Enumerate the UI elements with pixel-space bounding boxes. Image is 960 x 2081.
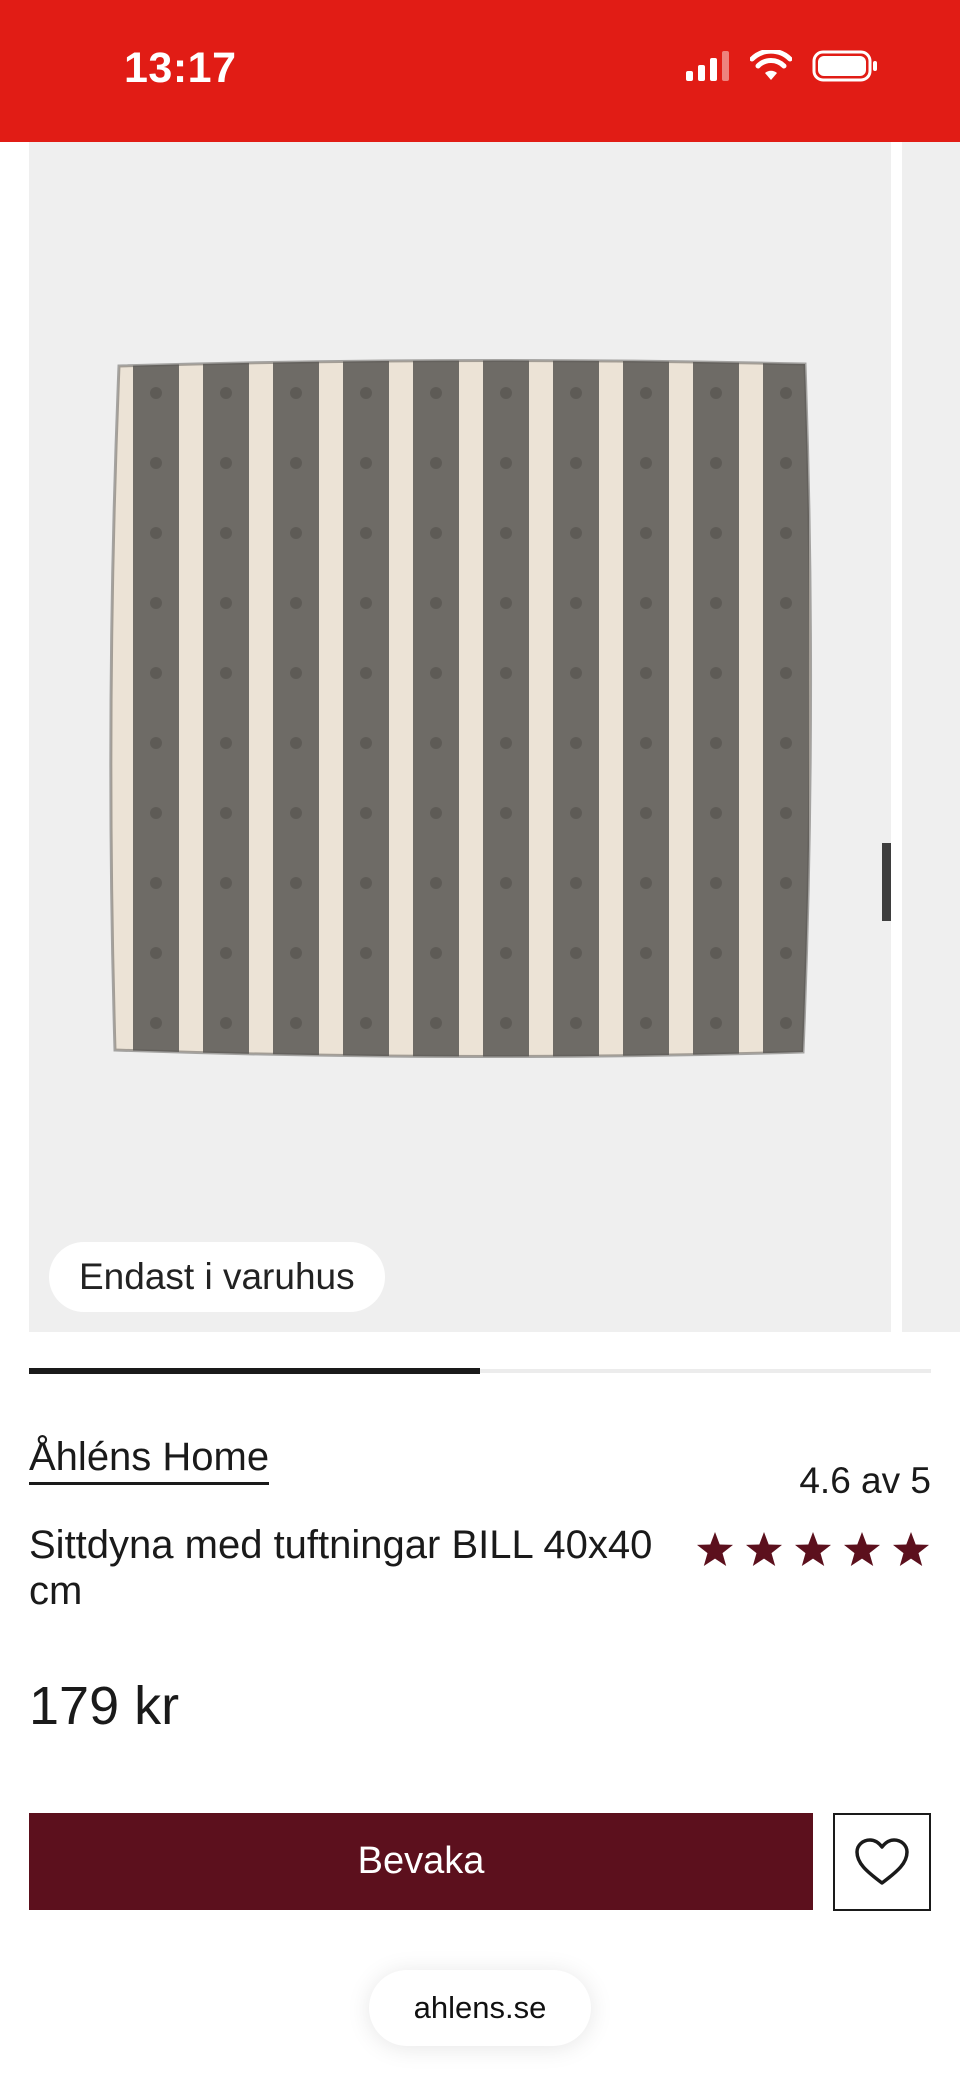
star-icon — [893, 1532, 929, 1566]
signal-icon — [686, 51, 729, 81]
status-bar: 13:17 — [0, 0, 960, 142]
battery-icon — [812, 50, 877, 82]
star-icon — [795, 1532, 831, 1566]
star-icon — [746, 1532, 782, 1566]
gallery-next-button[interactable] — [882, 843, 891, 921]
brand-link[interactable]: Åhléns Home — [29, 1435, 270, 1485]
star-icon — [844, 1532, 880, 1566]
rating-text: 4.6 av 5 — [799, 1460, 931, 1501]
browser-url-bar[interactable]: ahlens.se — [369, 1970, 591, 2046]
status-icons — [686, 50, 878, 82]
wifi-icon — [750, 50, 792, 80]
rating-stars[interactable] — [695, 1530, 931, 1568]
product-title: Sittdyna med tuftningar BILL 40x40 cm — [29, 1523, 653, 1613]
product-gallery[interactable]: Endast i varuhus — [29, 142, 891, 1332]
wishlist-button[interactable] — [833, 1813, 931, 1911]
watch-button[interactable]: Bevaka — [29, 1813, 813, 1910]
heart-icon — [855, 1838, 909, 1885]
gallery-progress — [29, 1368, 931, 1374]
status-time: 13:17 — [124, 44, 237, 92]
next-image-peek[interactable] — [902, 142, 960, 1332]
product-image — [109, 358, 813, 1058]
store-only-badge: Endast i varuhus — [49, 1242, 385, 1312]
gallery-progress-fill — [29, 1368, 480, 1374]
product-price: 179 kr — [29, 1676, 180, 1736]
